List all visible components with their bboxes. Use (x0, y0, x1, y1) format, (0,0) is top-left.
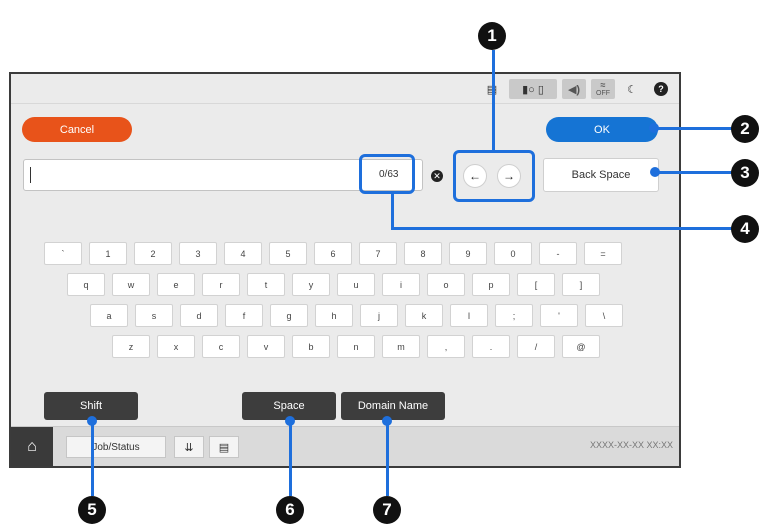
key-row3-7[interactable]: k (405, 304, 443, 327)
key-row3-9[interactable]: ; (495, 304, 533, 327)
printer-control-panel: ▤ ▮○ ▯ ◀) ≈OFF ☾ ? Cancel OK 0/63 ✕ ← → … (9, 72, 681, 468)
ok-button[interactable]: OK (546, 117, 658, 142)
key-row1-1[interactable]: 1 (89, 242, 127, 265)
eject-icon[interactable]: ⇊ (174, 436, 204, 458)
key-row3-10[interactable]: ' (540, 304, 578, 327)
key-row3-8[interactable]: l (450, 304, 488, 327)
callout-line-7 (386, 420, 389, 496)
key-row2-4[interactable]: t (247, 273, 285, 296)
key-row4-0[interactable]: z (112, 335, 150, 358)
key-row1-6[interactable]: 6 (314, 242, 352, 265)
job-status-button[interactable]: Job/Status (66, 436, 166, 458)
key-row4-8[interactable]: . (472, 335, 510, 358)
sleep-icon[interactable]: ☾ (620, 79, 644, 99)
paper-icon: ▯ (537, 83, 544, 96)
key-row2-5[interactable]: y (292, 273, 330, 296)
text-cursor (30, 167, 31, 183)
callout-number-4: 4 (731, 215, 759, 243)
key-row4-5[interactable]: n (337, 335, 375, 358)
callout-number-2: 2 (731, 115, 759, 143)
ink-paper-icon-group[interactable]: ▮○ ▯ (509, 79, 557, 99)
sound-icon[interactable]: ◀) (562, 79, 586, 99)
key-row3-11[interactable]: \ (585, 304, 623, 327)
callout-line-1 (492, 50, 495, 150)
key-row4-6[interactable]: m (382, 335, 420, 358)
key-row1-9[interactable]: 9 (449, 242, 487, 265)
key-row1-7[interactable]: 7 (359, 242, 397, 265)
key-row2-11[interactable]: ] (562, 273, 600, 296)
key-row4-7[interactable]: , (427, 335, 465, 358)
key-row4-2[interactable]: c (202, 335, 240, 358)
key-row1-5[interactable]: 5 (269, 242, 307, 265)
key-row1-0[interactable]: ` (44, 242, 82, 265)
key-row2-2[interactable]: e (157, 273, 195, 296)
cancel-button[interactable]: Cancel (22, 117, 132, 142)
key-row2-3[interactable]: r (202, 273, 240, 296)
key-row1-10[interactable]: 0 (494, 242, 532, 265)
key-row1-2[interactable]: 2 (134, 242, 172, 265)
bottom-bar: ⌂ Job/Status ⇊ ▤ XXXX-XX-XX XX:XX (11, 426, 679, 466)
key-row2-6[interactable]: u (337, 273, 375, 296)
callout-line-5 (91, 420, 94, 496)
callout-line-2 (654, 127, 732, 130)
wifi-off-icon[interactable]: ≈ OFF (591, 79, 615, 99)
home-icon: ⌂ (27, 438, 37, 455)
callout-line-6 (289, 420, 292, 496)
key-row3-6[interactable]: j (360, 304, 398, 327)
home-button[interactable]: ⌂ (11, 427, 53, 466)
callout-line-4a (391, 193, 394, 229)
key-row4-10[interactable]: @ (562, 335, 600, 358)
key-row2-10[interactable]: [ (517, 273, 555, 296)
key-row1-3[interactable]: 3 (179, 242, 217, 265)
key-row1-4[interactable]: 4 (224, 242, 262, 265)
clear-input-icon[interactable]: ✕ (431, 170, 443, 182)
callout-number-6: 6 (276, 496, 304, 524)
callout-line-3 (655, 171, 732, 174)
key-row4-3[interactable]: v (247, 335, 285, 358)
help-icon[interactable]: ? (649, 79, 673, 99)
domain-name-button[interactable]: Domain Name (341, 392, 445, 420)
paper-setting-icon[interactable]: ▤ (209, 436, 239, 458)
key-row3-3[interactable]: f (225, 304, 263, 327)
key-row3-4[interactable]: g (270, 304, 308, 327)
key-row1-8[interactable]: 8 (404, 242, 442, 265)
key-row3-0[interactable]: a (90, 304, 128, 327)
key-row1-11[interactable]: - (539, 242, 577, 265)
back-space-button[interactable]: Back Space (543, 158, 659, 192)
key-row2-7[interactable]: i (382, 273, 420, 296)
key-row2-9[interactable]: p (472, 273, 510, 296)
key-row4-9[interactable]: / (517, 335, 555, 358)
key-row3-1[interactable]: s (135, 304, 173, 327)
key-row2-8[interactable]: o (427, 273, 465, 296)
key-row4-4[interactable]: b (292, 335, 330, 358)
key-row2-0[interactable]: q (67, 273, 105, 296)
callout-line-4b (391, 227, 732, 230)
callout-number-1: 1 (478, 22, 506, 50)
date-time: XXXX-XX-XX XX:XX (589, 440, 673, 450)
key-row4-1[interactable]: x (157, 335, 195, 358)
callout-number-7: 7 (373, 496, 401, 524)
key-row1-12[interactable]: = (584, 242, 622, 265)
ink-icon: ▮○ (522, 83, 535, 96)
status-bar: ▤ ▮○ ▯ ◀) ≈OFF ☾ ? (11, 74, 679, 104)
callout-number-5: 5 (78, 496, 106, 524)
key-row3-2[interactable]: d (180, 304, 218, 327)
key-row2-1[interactable]: w (112, 273, 150, 296)
callout-number-3: 3 (731, 159, 759, 187)
callout-box-arrows (453, 150, 535, 202)
callout-box-count (359, 154, 415, 194)
key-row3-5[interactable]: h (315, 304, 353, 327)
